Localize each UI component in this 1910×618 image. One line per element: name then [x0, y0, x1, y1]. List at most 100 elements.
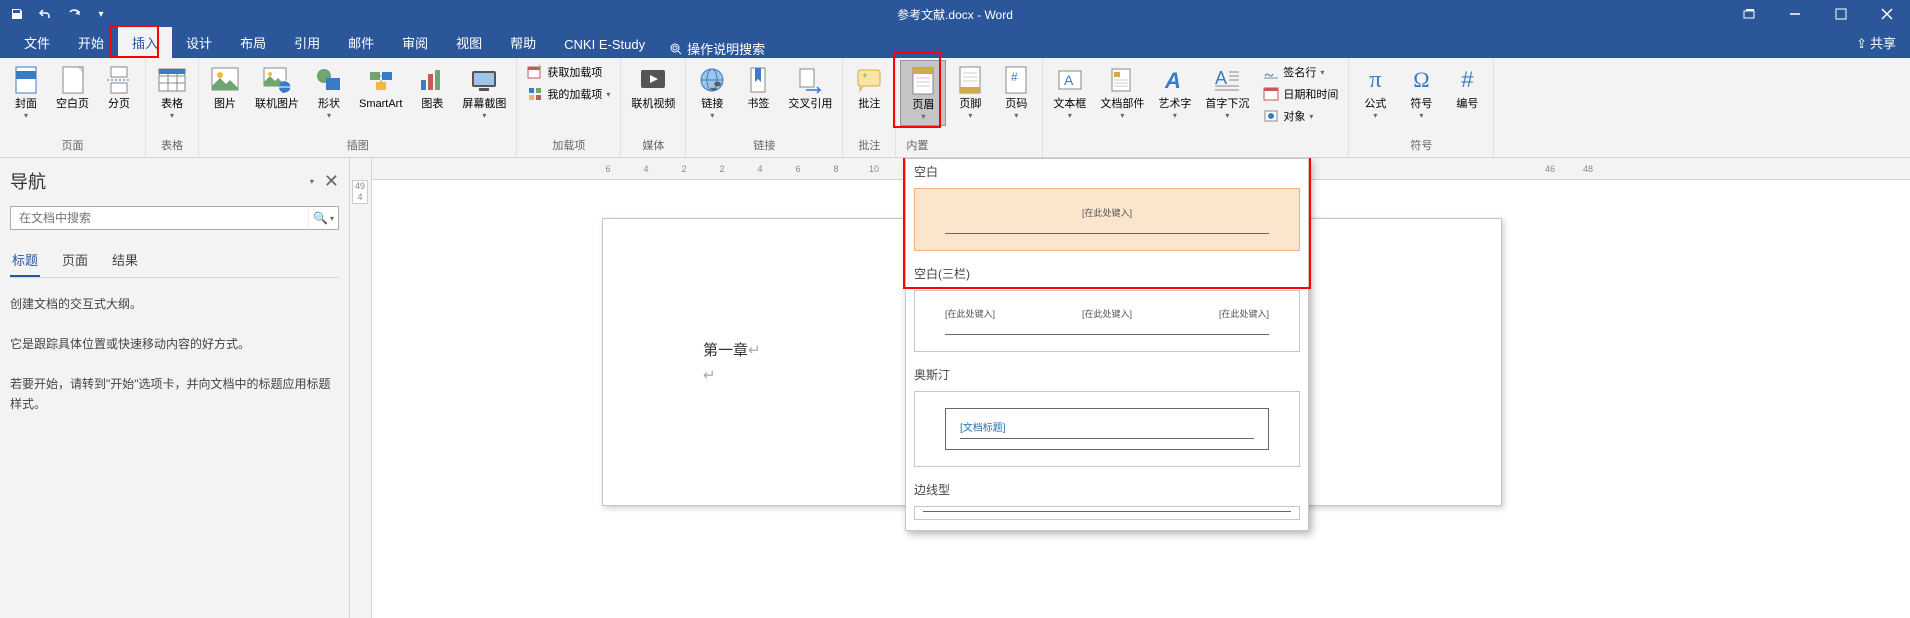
screenshot-button[interactable]: 屏幕截图▾ — [456, 60, 512, 124]
save-button[interactable] — [6, 3, 28, 25]
ribbon: 封面▾ 空白页 分页 页面 表格▾ 表格 图片 联机图片 形状▾ SmartAr… — [0, 58, 1910, 158]
comment-button[interactable]: +批注 — [847, 60, 891, 115]
svg-text:+: + — [862, 71, 868, 82]
nav-tab-results[interactable]: 结果 — [110, 244, 140, 277]
date-time-button[interactable]: 日期和时间 — [1259, 84, 1342, 104]
gallery-item-border[interactable] — [914, 506, 1300, 520]
picture-button[interactable]: 图片 — [203, 60, 247, 115]
number-button[interactable]: #编号 — [1445, 60, 1489, 115]
nav-body: 创建文档的交互式大纲。 它是跟踪具体位置或快速移动内容的好方式。 若要开始，请转… — [10, 278, 339, 414]
document-area: 6422468101214161820224648 第一章↵ ↵ 空白 [在此处… — [372, 158, 1910, 618]
text-box-button[interactable]: A文本框▾ — [1047, 60, 1092, 124]
chart-button[interactable]: 图表 — [410, 60, 454, 115]
tab-insert[interactable]: 插入 — [118, 27, 172, 58]
share-button[interactable]: ⇪共享 — [1842, 27, 1910, 58]
tell-me-search[interactable]: 操作说明搜索 — [659, 39, 775, 58]
svg-text:A: A — [1215, 68, 1227, 88]
shapes-button[interactable]: 形状▾ — [307, 60, 351, 124]
vertical-ruler-scale: 49 4 — [352, 180, 368, 204]
close-button[interactable] — [1864, 0, 1910, 28]
tell-me-label: 操作说明搜索 — [687, 39, 765, 58]
tab-mailings[interactable]: 邮件 — [334, 27, 388, 58]
gallery-item-border-label: 边线型 — [906, 477, 1308, 502]
page-break-button[interactable]: 分页 — [97, 60, 141, 115]
page-number-button[interactable]: #页码▾ — [994, 60, 1038, 124]
redo-button[interactable] — [62, 3, 84, 25]
ribbon-tabs: 文件 开始 插入 设计 布局 引用 邮件 审阅 视图 帮助 CNKI E-Stu… — [0, 28, 1910, 58]
nav-search-input[interactable] — [11, 207, 308, 229]
gallery-item-blank3-label: 空白(三栏) — [906, 261, 1308, 286]
svg-text:+: + — [537, 64, 542, 72]
table-button[interactable]: 表格▾ — [150, 60, 194, 124]
footer-button[interactable]: 页脚▾ — [948, 60, 992, 124]
drop-cap-button[interactable]: A首字下沉▾ — [1199, 60, 1255, 124]
gallery-item-blank3[interactable]: [在此处键入] [在此处键入] [在此处键入] — [914, 290, 1300, 352]
tab-home[interactable]: 开始 — [64, 27, 118, 58]
group-media: 联机视频 媒体 — [621, 58, 686, 157]
nav-body-p1: 创建文档的交互式大纲。 — [10, 294, 339, 314]
svg-text:A: A — [1064, 72, 1074, 88]
maximize-button[interactable] — [1818, 0, 1864, 28]
tab-review[interactable]: 审阅 — [388, 27, 442, 58]
quick-access-toolbar: ▾ — [0, 3, 112, 25]
group-text-label — [1047, 139, 1344, 155]
wordart-button[interactable]: A艺术字▾ — [1152, 60, 1197, 124]
vertical-ruler: 49 4 — [350, 158, 372, 618]
online-video-button[interactable]: 联机视频 — [625, 60, 681, 115]
online-pictures-button[interactable]: 联机图片 — [249, 60, 305, 115]
nav-search-button[interactable]: 🔍 ▾ — [308, 207, 338, 229]
group-symbols: π公式▾ Ω符号▾ #编号 符号 — [1349, 58, 1494, 157]
group-illustrations: 图片 联机图片 形状▾ SmartArt 图表 屏幕截图▾ 插图 — [199, 58, 517, 157]
group-header-footer-label: 内置 — [900, 135, 1038, 155]
tab-references[interactable]: 引用 — [280, 27, 334, 58]
group-links-label: 链接 — [690, 135, 838, 155]
group-addins-label: 加载项 — [521, 135, 616, 155]
nav-search-box[interactable]: 🔍 ▾ — [10, 206, 339, 230]
gallery-item-blank-label: 空白 — [906, 159, 1308, 184]
equation-button[interactable]: π公式▾ — [1353, 60, 1397, 124]
minimize-button[interactable] — [1772, 0, 1818, 28]
cover-page-button[interactable]: 封面▾ — [4, 60, 48, 124]
group-text: A文本框▾ 文档部件▾ A艺术字▾ A首字下沉▾ 签名行 ▾ 日期和时间 对象 … — [1043, 58, 1349, 157]
window-controls — [1726, 0, 1910, 28]
tab-layout[interactable]: 布局 — [226, 27, 280, 58]
object-button[interactable]: 对象 ▾ — [1259, 106, 1342, 126]
header-gallery-dropdown: 空白 [在此处键入] 空白(三栏) [在此处键入] [在此处键入] [在此处键入… — [905, 158, 1309, 531]
group-illustrations-label: 插图 — [203, 135, 512, 155]
tab-design[interactable]: 设计 — [172, 27, 226, 58]
title-bar: ▾ 参考文献.docx - Word — [0, 0, 1910, 28]
get-addins-button[interactable]: +获取加载项 — [523, 62, 614, 82]
smartart-button[interactable]: SmartArt — [353, 60, 408, 115]
my-addins-button[interactable]: 我的加载项 ▾ — [523, 84, 614, 104]
header-button[interactable]: 页眉▾ — [900, 60, 946, 126]
symbol-button[interactable]: Ω符号▾ — [1399, 60, 1443, 124]
tab-view[interactable]: 视图 — [442, 27, 496, 58]
group-header-footer: 页眉▾ 页脚▾ #页码▾ 内置 — [896, 58, 1043, 157]
group-comments-label: 批注 — [847, 135, 891, 155]
gallery-item-blank[interactable]: [在此处键入] — [914, 188, 1300, 251]
signature-line-button[interactable]: 签名行 ▾ — [1259, 62, 1342, 82]
blank-page-button[interactable]: 空白页 — [50, 60, 95, 115]
nav-body-p2: 它是跟踪具体位置或快速移动内容的好方式。 — [10, 334, 339, 354]
gallery-item-austin[interactable]: [文档标题] — [914, 391, 1300, 467]
tab-file[interactable]: 文件 — [10, 27, 64, 58]
qat-customize[interactable]: ▾ — [90, 3, 112, 25]
group-links: 链接▾ 书签 交叉引用 链接 — [686, 58, 843, 157]
group-pages-label: 页面 — [4, 135, 141, 155]
ribbon-display-options[interactable] — [1726, 0, 1772, 28]
link-button[interactable]: 链接▾ — [690, 60, 734, 124]
group-comments: +批注 批注 — [843, 58, 896, 157]
undo-button[interactable] — [34, 3, 56, 25]
bookmark-button[interactable]: 书签 — [736, 60, 780, 115]
group-media-label: 媒体 — [625, 135, 681, 155]
tab-help[interactable]: 帮助 — [496, 27, 550, 58]
nav-tab-pages[interactable]: 页面 — [60, 244, 90, 277]
nav-tab-headings[interactable]: 标题 — [10, 244, 40, 277]
quick-parts-button[interactable]: 文档部件▾ — [1094, 60, 1150, 124]
cross-reference-button[interactable]: 交叉引用 — [782, 60, 838, 115]
group-pages: 封面▾ 空白页 分页 页面 — [0, 58, 146, 157]
nav-pane-close[interactable]: ✕ — [324, 171, 339, 192]
tab-cnki[interactable]: CNKI E-Study — [550, 31, 659, 58]
nav-pane-menu[interactable]: ▾ — [310, 177, 314, 186]
navigation-pane: 导航 ▾ ✕ 🔍 ▾ 标题 页面 结果 创建文档的交互式大纲。 它是跟踪具体位置… — [0, 158, 350, 618]
